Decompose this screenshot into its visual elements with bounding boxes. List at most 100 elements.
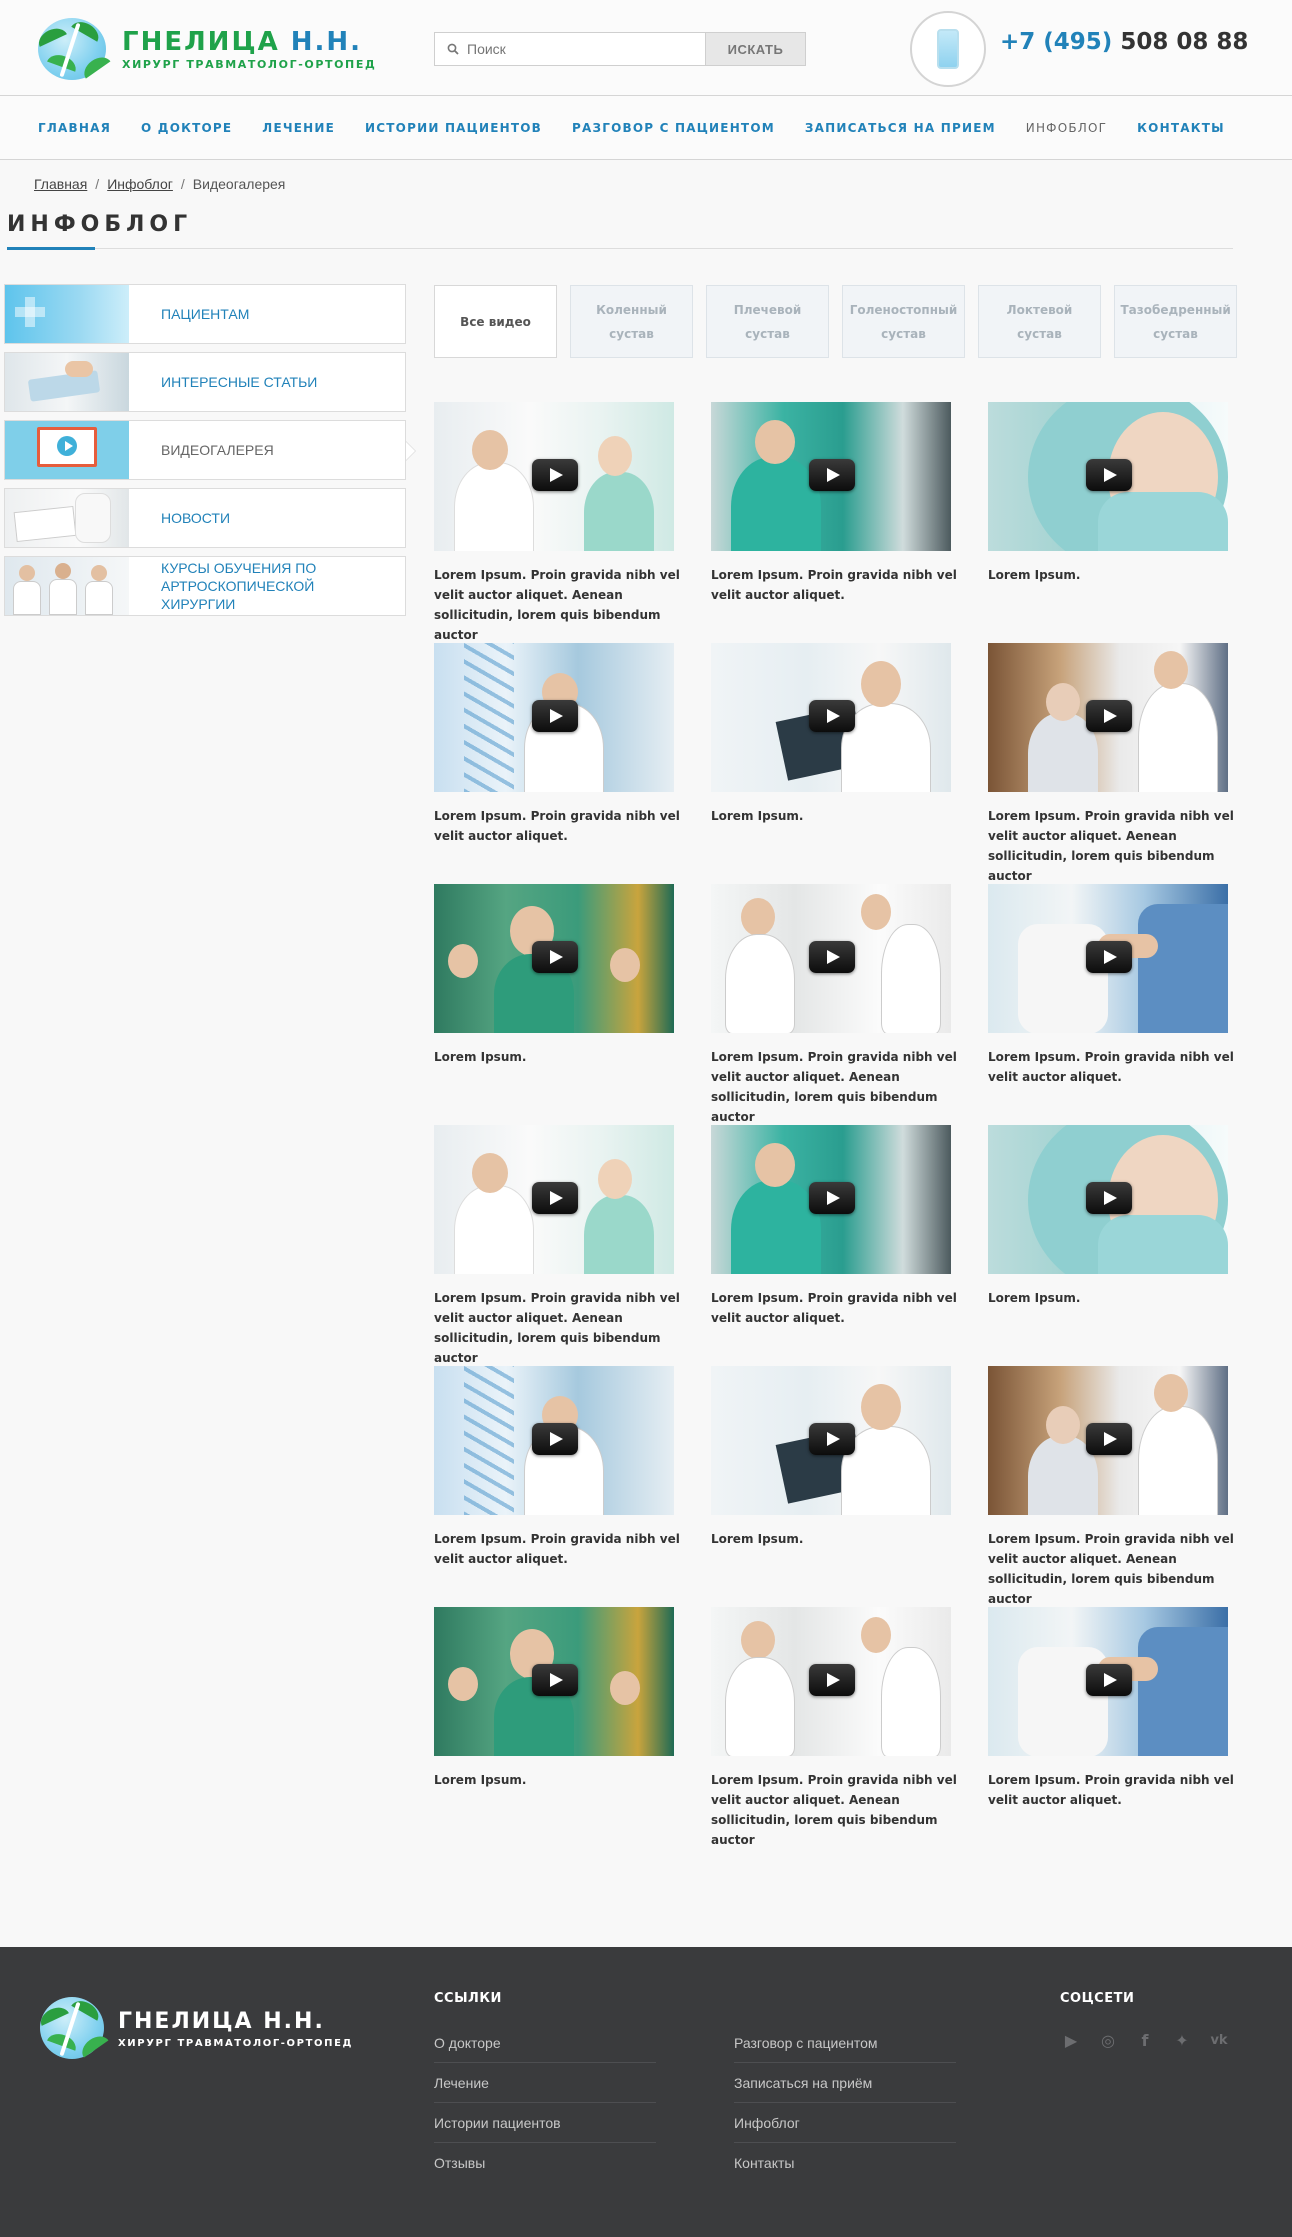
video-thumbnail[interactable] xyxy=(434,1607,674,1756)
breadcrumb-home-link[interactable]: Главная xyxy=(34,176,87,192)
play-icon[interactable] xyxy=(809,1423,855,1455)
video-caption[interactable]: Lorem Ipsum. xyxy=(988,1288,1236,1308)
play-icon[interactable] xyxy=(809,1182,855,1214)
play-icon[interactable] xyxy=(1086,1182,1132,1214)
nav-item-appointment[interactable]: ЗАПИСАТЬСЯ НА ПРИЕМ xyxy=(805,121,996,135)
video-thumbnail[interactable] xyxy=(434,643,674,792)
youtube-icon[interactable]: ▶ xyxy=(1060,2031,1082,2050)
video-thumbnail[interactable] xyxy=(988,643,1228,792)
video-thumbnail[interactable] xyxy=(711,643,951,792)
play-icon[interactable] xyxy=(532,459,578,491)
video-card[interactable]: Lorem Ipsum. Proin gravida nibh vel veli… xyxy=(434,643,682,884)
video-thumbnail[interactable] xyxy=(434,402,674,551)
play-icon[interactable] xyxy=(532,700,578,732)
video-thumbnail[interactable] xyxy=(988,1125,1228,1274)
video-thumbnail[interactable] xyxy=(988,1366,1228,1515)
video-caption[interactable]: Lorem Ipsum. xyxy=(434,1047,682,1067)
video-caption[interactable]: Lorem Ipsum. Proin gravida nibh vel veli… xyxy=(711,565,959,605)
nav-item-home[interactable]: ГЛАВНАЯ xyxy=(38,121,111,135)
filter-tab-all[interactable]: Все видео xyxy=(434,285,557,358)
nav-item-contacts[interactable]: КОНТАКТЫ xyxy=(1137,121,1225,135)
search-input[interactable] xyxy=(467,41,687,57)
nav-item-about[interactable]: О ДОКТОРЕ xyxy=(141,121,232,135)
footer-link-contacts[interactable]: Контакты xyxy=(734,2143,956,2183)
footer-logo[interactable]: ГНЕЛИЦА Н.Н. ХИРУРГ ТРАВМАТОЛОГ-ОРТОПЕД xyxy=(36,1995,353,2061)
play-icon[interactable] xyxy=(1086,941,1132,973)
video-caption[interactable]: Lorem Ipsum. Proin gravida nibh vel veli… xyxy=(434,1529,682,1569)
video-caption[interactable]: Lorem Ipsum. Proin gravida nibh vel veli… xyxy=(711,1770,959,1850)
video-thumbnail[interactable] xyxy=(988,402,1228,551)
twitter-icon[interactable]: ✦ xyxy=(1171,2031,1193,2050)
video-card[interactable]: Lorem Ipsum. Proin gravida nibh vel veli… xyxy=(988,1607,1236,1848)
video-thumbnail[interactable] xyxy=(711,402,951,551)
video-card[interactable]: Lorem Ipsum. Proin gravida nibh vel veli… xyxy=(711,1607,959,1848)
facebook-icon[interactable]: f xyxy=(1134,2031,1156,2050)
video-caption[interactable]: Lorem Ipsum. Proin gravida nibh vel veli… xyxy=(434,1288,682,1368)
breadcrumb-section-link[interactable]: Инфоблог xyxy=(107,176,173,192)
play-icon[interactable] xyxy=(809,700,855,732)
nav-item-infoblog[interactable]: ИНФОБЛОГ xyxy=(1026,121,1107,135)
footer-link-reviews[interactable]: Отзывы xyxy=(434,2143,656,2183)
video-card[interactable]: Lorem Ipsum. xyxy=(711,1366,959,1607)
nav-item-patient-stories[interactable]: ИСТОРИИ ПАЦИЕНТОВ xyxy=(365,121,542,135)
play-icon[interactable] xyxy=(809,941,855,973)
play-icon[interactable] xyxy=(1086,700,1132,732)
vk-icon[interactable]: vk xyxy=(1208,2031,1230,2049)
video-thumbnail[interactable] xyxy=(711,884,951,1033)
video-thumbnail[interactable] xyxy=(711,1125,951,1274)
video-caption[interactable]: Lorem Ipsum. xyxy=(711,1529,959,1549)
video-card[interactable]: Lorem Ipsum. xyxy=(988,402,1236,643)
play-icon[interactable] xyxy=(532,1182,578,1214)
video-card[interactable]: Lorem Ipsum. xyxy=(711,643,959,884)
video-caption[interactable]: Lorem Ipsum. Proin gravida nibh vel veli… xyxy=(988,1047,1236,1087)
instagram-icon[interactable]: ◎ xyxy=(1097,2031,1119,2050)
video-caption[interactable]: Lorem Ipsum. Proin gravida nibh vel veli… xyxy=(988,1529,1236,1609)
video-card[interactable]: Lorem Ipsum. xyxy=(434,1607,682,1848)
sidebar-item-courses[interactable]: КУРСЫ ОБУЧЕНИЯ ПО АРТРОСКОПИЧЕСКОЙ ХИРУР… xyxy=(4,556,406,616)
video-caption[interactable]: Lorem Ipsum. Proin gravida nibh vel veli… xyxy=(988,1770,1236,1810)
footer-link-patient-talk[interactable]: Разговор с пациентом xyxy=(734,2023,956,2063)
video-caption[interactable]: Lorem Ipsum. xyxy=(988,565,1236,585)
sidebar-item-patients[interactable]: ПАЦИЕНТАМ xyxy=(4,284,406,344)
filter-tab-hip[interactable]: Тазобедренный сустав xyxy=(1114,285,1237,358)
video-caption[interactable]: Lorem Ipsum. Proin gravida nibh vel veli… xyxy=(988,806,1236,886)
sidebar-item-video-gallery[interactable]: ВИДЕОГАЛЕРЕЯ xyxy=(4,420,416,480)
play-icon[interactable] xyxy=(532,941,578,973)
video-card[interactable]: Lorem Ipsum. Proin gravida nibh vel veli… xyxy=(711,1125,959,1366)
filter-tab-shoulder[interactable]: Плечевой сустав xyxy=(706,285,829,358)
video-thumbnail[interactable] xyxy=(711,1366,951,1515)
sidebar-item-articles[interactable]: ИНТЕРЕСНЫЕ СТАТЬИ xyxy=(4,352,406,412)
video-card[interactable]: Lorem Ipsum. Proin gravida nibh vel veli… xyxy=(434,1125,682,1366)
video-thumbnail[interactable] xyxy=(988,1607,1228,1756)
video-caption[interactable]: Lorem Ipsum. Proin gravida nibh vel veli… xyxy=(434,565,682,645)
search-button[interactable]: ИСКАТЬ xyxy=(706,32,806,66)
footer-link-infoblog[interactable]: Инфоблог xyxy=(734,2103,956,2143)
video-card[interactable]: Lorem Ipsum. xyxy=(434,884,682,1125)
search-field[interactable] xyxy=(434,32,706,66)
video-card[interactable]: Lorem Ipsum. xyxy=(988,1125,1236,1366)
video-card[interactable]: Lorem Ipsum. Proin gravida nibh vel veli… xyxy=(988,643,1236,884)
video-thumbnail[interactable] xyxy=(434,884,674,1033)
video-thumbnail[interactable] xyxy=(711,1607,951,1756)
play-icon[interactable] xyxy=(1086,459,1132,491)
video-caption[interactable]: Lorem Ipsum. xyxy=(711,806,959,826)
footer-link-treatment[interactable]: Лечение xyxy=(434,2063,656,2103)
video-caption[interactable]: Lorem Ipsum. Proin gravida nibh vel veli… xyxy=(711,1047,959,1127)
video-card[interactable]: Lorem Ipsum. Proin gravida nibh vel veli… xyxy=(711,884,959,1125)
video-card[interactable]: Lorem Ipsum. Proin gravida nibh vel veli… xyxy=(711,402,959,643)
video-caption[interactable]: Lorem Ipsum. Proin gravida nibh vel veli… xyxy=(434,806,682,846)
video-caption[interactable]: Lorem Ipsum. Proin gravida nibh vel veli… xyxy=(711,1288,959,1328)
filter-tab-knee[interactable]: Коленный сустав xyxy=(570,285,693,358)
play-icon[interactable] xyxy=(809,1664,855,1696)
play-icon[interactable] xyxy=(1086,1423,1132,1455)
video-card[interactable]: Lorem Ipsum. Proin gravida nibh vel veli… xyxy=(434,1366,682,1607)
video-card[interactable]: Lorem Ipsum. Proin gravida nibh vel veli… xyxy=(988,884,1236,1125)
video-thumbnail[interactable] xyxy=(434,1125,674,1274)
filter-tab-elbow[interactable]: Локтевой сустав xyxy=(978,285,1101,358)
video-card[interactable]: Lorem Ipsum. Proin gravida nibh vel veli… xyxy=(988,1366,1236,1607)
play-icon[interactable] xyxy=(532,1664,578,1696)
video-thumbnail[interactable] xyxy=(434,1366,674,1515)
video-thumbnail[interactable] xyxy=(988,884,1228,1033)
nav-item-treatment[interactable]: ЛЕЧЕНИЕ xyxy=(262,121,335,135)
site-logo[interactable]: ГНЕЛИЦА Н.Н. ХИРУРГ ТРАВМАТОЛОГ-ОРТОПЕД xyxy=(34,16,376,82)
